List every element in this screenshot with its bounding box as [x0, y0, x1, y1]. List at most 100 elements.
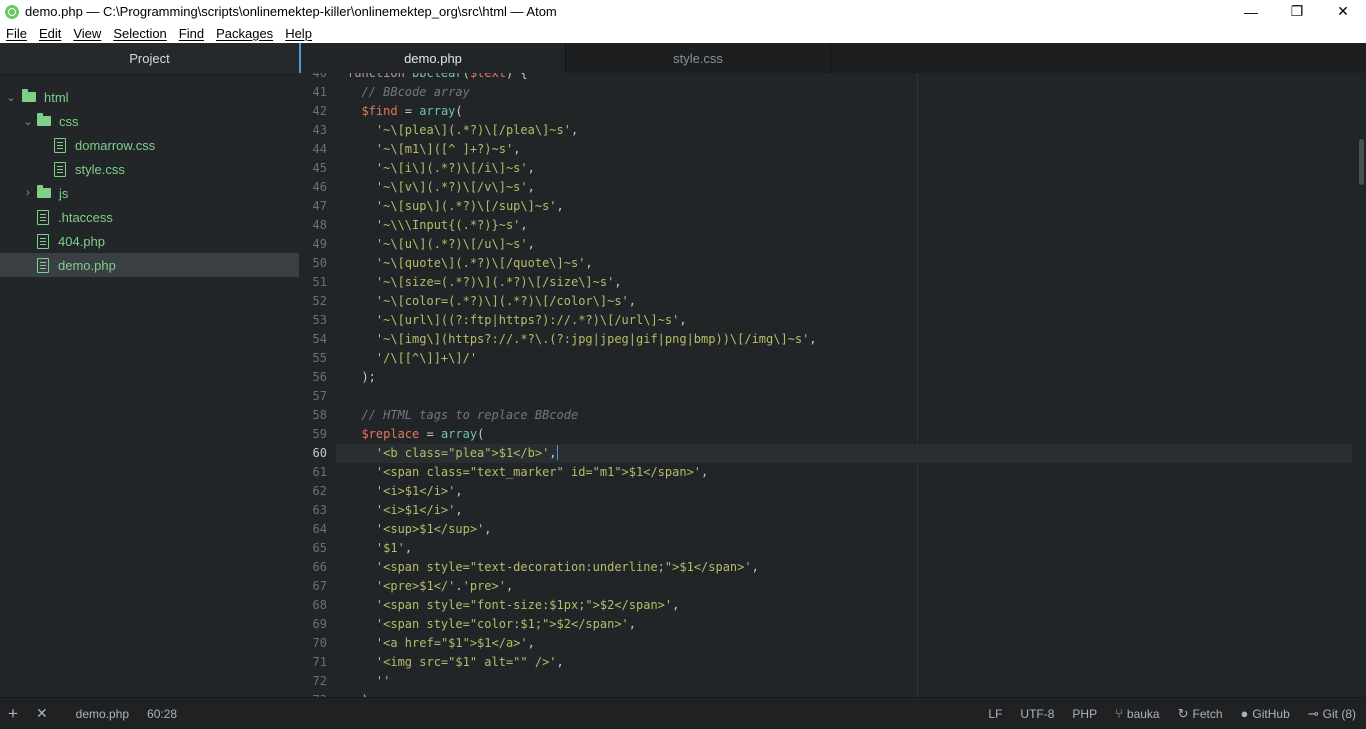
- menu-file[interactable]: File: [0, 26, 33, 41]
- status-branch[interactable]: ⑂ bauka: [1115, 706, 1160, 721]
- code-line[interactable]: '<a href="$1">$1</a>',: [347, 634, 535, 653]
- code-line[interactable]: '<span style="color:$1;">$2</span>',: [347, 615, 636, 634]
- code-line[interactable]: '~\[i\](.*?)\[/i\]~s',: [347, 159, 535, 178]
- code-line[interactable]: function bbclear($text) {: [347, 73, 528, 83]
- code-line[interactable]: '<span style="font-size:$1px;">$2</span>…: [347, 596, 679, 615]
- code-lines[interactable]: function bbclear($text) { // BBcode arra…: [347, 73, 1357, 697]
- code-line[interactable]: '<i>$1</i>',: [347, 482, 463, 501]
- code-line[interactable]: '<span class="text_marker" id="m1">$1</s…: [347, 463, 708, 482]
- line-number: 44: [312, 142, 327, 156]
- line-number: 56: [312, 370, 327, 384]
- code-line[interactable]: '<img src="$1" alt="" />',: [347, 653, 564, 672]
- chevron-down-icon[interactable]: ⌄: [23, 115, 33, 128]
- add-icon[interactable]: +: [8, 704, 18, 724]
- tree-item-label: demo.php: [58, 257, 116, 273]
- code-line[interactable]: '$1',: [347, 539, 412, 558]
- project-tree-panel: Project ⌄ html ⌄ css domarrow.css style.…: [0, 43, 300, 697]
- status-git[interactable]: ⊸ Git (8): [1308, 706, 1356, 722]
- git-branch-icon: ⑂: [1115, 706, 1123, 721]
- code-line[interactable]: '~\[url\]((?:ftp|https?)://.*?)\[/url\]~…: [347, 311, 687, 330]
- file-text-icon: [37, 257, 49, 273]
- status-github[interactable]: ● GitHub: [1241, 706, 1290, 721]
- status-encoding[interactable]: UTF-8: [1020, 707, 1054, 721]
- code-line[interactable]: );: [347, 368, 375, 387]
- chevron-down-icon[interactable]: ⌄: [6, 91, 16, 104]
- code-line[interactable]: '': [347, 672, 390, 691]
- line-number: 47: [312, 199, 327, 213]
- line-number: 40: [312, 73, 327, 80]
- code-editor[interactable]: 40 41 42 43 44 45 46 47 48 49 50 51 52 53 54 55 56 57 58 59…: [299, 73, 1366, 697]
- code-line[interactable]: '~\[sup\](.*?)\[/sup\]~s',: [347, 197, 564, 216]
- code-line[interactable]: '~\[size=(.*?)\](.*?)\[/size\]~s',: [347, 273, 622, 292]
- tree-item-js[interactable]: › js: [0, 181, 322, 205]
- file-text-icon: [37, 209, 49, 225]
- code-line[interactable]: '~\[m1\]([^ ]+?)~s',: [347, 140, 521, 159]
- fetch-label: Fetch: [1192, 706, 1223, 721]
- line-number: 61: [312, 465, 327, 479]
- line-number: 48: [312, 218, 327, 232]
- line-number: 50: [312, 256, 327, 270]
- status-line-ending[interactable]: LF: [988, 707, 1002, 721]
- code-line[interactable]: $find = array(: [347, 102, 462, 121]
- status-fetch[interactable]: ↻ Fetch: [1178, 706, 1223, 722]
- line-number: 60: [312, 446, 327, 460]
- code-line[interactable]: '~\[u\](.*?)\[/u\]~s',: [347, 235, 535, 254]
- line-number: 43: [312, 123, 327, 137]
- code-line[interactable]: '~\[v\](.*?)\[/v\]~s',: [347, 178, 535, 197]
- status-bar: + ✕ demo.php 60:28 LF UTF-8 PHP ⑂ bauka ↻…: [0, 697, 1366, 729]
- vertical-scrollbar[interactable]: [1359, 139, 1364, 185]
- line-number: 59: [312, 427, 327, 441]
- tab-style-css[interactable]: style.css: [566, 43, 831, 73]
- menu-find[interactable]: Find: [173, 26, 210, 41]
- code-line[interactable]: // BBcode array: [347, 83, 469, 102]
- status-grammar[interactable]: PHP: [1072, 707, 1097, 721]
- tree-item-demo-php[interactable]: demo.php: [0, 253, 299, 277]
- code-line[interactable]: '~\[quote\](.*?)\[/quote\]~s',: [347, 254, 593, 273]
- status-file-name[interactable]: demo.php: [76, 707, 129, 721]
- github-icon: ●: [1240, 706, 1249, 721]
- menu-help[interactable]: Help: [279, 26, 318, 41]
- tree-item-css[interactable]: ⌄ css: [0, 109, 322, 133]
- code-line[interactable]: '~\[color=(.*?)\](.*?)\[/color\]~s',: [347, 292, 636, 311]
- line-number: 57: [312, 389, 327, 403]
- menu-selection[interactable]: Selection: [107, 26, 172, 41]
- status-cursor-position[interactable]: 60:28: [147, 707, 177, 721]
- tree-item-html[interactable]: ⌄ html: [0, 85, 305, 109]
- line-number-gutter: 40 41 42 43 44 45 46 47 48 49 50 51 52 53 54 55 56 57 58 59…: [299, 73, 336, 697]
- line-number: 55: [312, 351, 327, 365]
- menu-edit[interactable]: Edit: [33, 26, 67, 41]
- line-number: 45: [312, 161, 327, 175]
- code-line[interactable]: '<span style="text-decoration:underline;…: [347, 558, 759, 577]
- code-line[interactable]: $replace = array(: [347, 425, 484, 444]
- code-line[interactable]: // HTML tags to replace BBcode: [347, 406, 578, 425]
- code-line[interactable]: '<i>$1</i>',: [347, 501, 463, 520]
- line-number: 54: [312, 332, 327, 346]
- code-line[interactable]: '~\[plea\](.*?)\[/plea\]~s',: [347, 121, 578, 140]
- atom-app-icon: [5, 4, 19, 19]
- code-line[interactable]: '~\\\Input{(.*?)}~s',: [347, 216, 528, 235]
- code-line[interactable]: '<pre>$1</'.'pre>',: [347, 577, 513, 596]
- tab-demo-php[interactable]: demo.php: [299, 43, 566, 73]
- tree-item-label: 404.php: [58, 233, 105, 249]
- github-label: GitHub: [1252, 706, 1290, 721]
- close-icon[interactable]: ✕: [36, 705, 48, 722]
- close-window-button[interactable]: ✕: [1320, 0, 1366, 23]
- menu-packages[interactable]: Packages: [210, 26, 279, 41]
- tree-item-404-php[interactable]: 404.php: [0, 229, 336, 253]
- window-titlebar: demo.php — C:\Programming\scripts\online…: [0, 0, 1366, 23]
- line-number: 46: [312, 180, 327, 194]
- code-line[interactable]: '<sup>$1</sup>',: [347, 520, 492, 539]
- code-line[interactable]: '<b class="plea">$1</b>',: [347, 444, 558, 463]
- code-line[interactable]: '~\[img\](https?://.*?\.(?:jpg|jpeg|gif|…: [347, 330, 817, 349]
- menu-view[interactable]: View: [67, 26, 107, 41]
- tree-item-label: html: [44, 89, 69, 105]
- maximize-button[interactable]: ❐: [1274, 0, 1320, 23]
- file-text-icon: [54, 161, 66, 177]
- code-line[interactable]: '/\[[^\]]+\]/': [347, 349, 477, 368]
- tree-item-htaccess[interactable]: .htaccess: [0, 205, 336, 229]
- line-number: 69: [312, 617, 327, 631]
- file-text-icon: [37, 233, 49, 249]
- chevron-right-icon[interactable]: ›: [23, 187, 33, 199]
- minimize-button[interactable]: —: [1228, 0, 1274, 23]
- window-title: demo.php — C:\Programming\scripts\online…: [25, 4, 557, 19]
